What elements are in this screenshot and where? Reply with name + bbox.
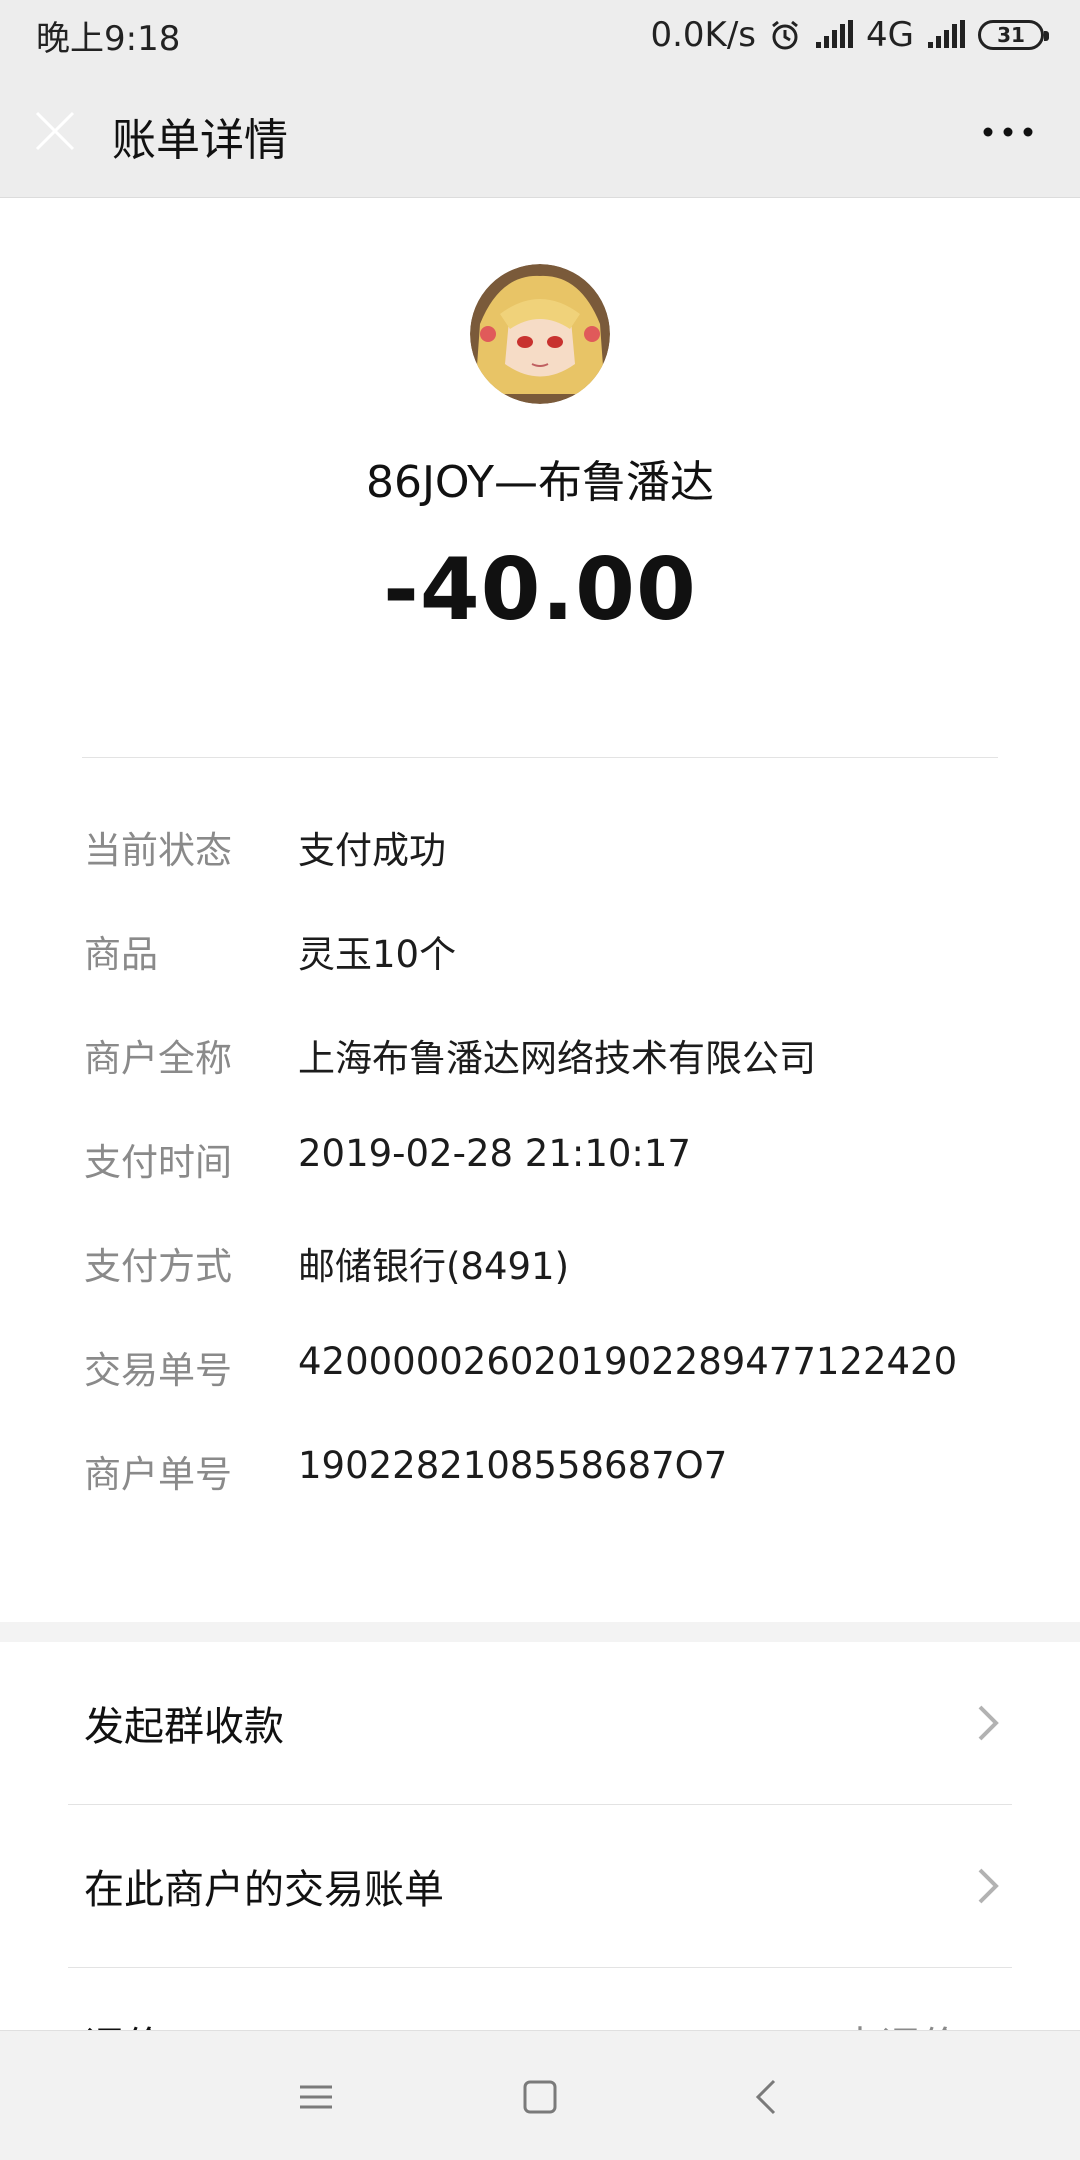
back-icon[interactable] (744, 2073, 792, 2121)
close-icon[interactable] (34, 110, 76, 152)
page-title: 账单详情 (112, 115, 288, 166)
detail-label: 支付方式 (84, 1245, 232, 1288)
status-indicators: 0.0K/s 4G 31 (650, 15, 1049, 55)
detail-row-merchant-order-id: 商户单号 1902282108558687O7 (84, 1444, 1000, 1548)
status-time: 晚上9:18 (36, 18, 181, 59)
detail-label: 商品 (84, 933, 158, 976)
chevron-right-icon (976, 1866, 1000, 1906)
detail-label: 商户单号 (84, 1453, 232, 1496)
detail-label: 商户全称 (84, 1037, 232, 1080)
signal-icon (814, 20, 854, 50)
title-bar: 账单详情 (0, 70, 1080, 198)
battery-icon: 31 (978, 20, 1049, 50)
action-rate-partial[interactable]: 评价 去评价 (0, 1968, 1080, 2030)
net-speed: 0.0K/s (650, 15, 757, 55)
transaction-amount: -40.00 (383, 540, 697, 640)
detail-value: 支付成功 (298, 829, 446, 872)
detail-value: 1902282108558687O7 (298, 1444, 728, 1487)
status-bar: 晚上9:18 0.0K/s 4G 31 (0, 0, 1080, 70)
detail-value: 邮储银行(8491) (298, 1245, 570, 1288)
partial-row-label: 评价 (84, 2014, 164, 2030)
detail-label: 支付时间 (84, 1141, 232, 1184)
detail-row-merchant-fullname: 商户全称 上海布鲁潘达网络技术有限公司 (84, 1028, 1000, 1132)
action-merchant-bills[interactable]: 在此商户的交易账单 (0, 1805, 1080, 1967)
more-dots-icon[interactable] (982, 120, 1034, 144)
divider (82, 757, 998, 758)
detail-label: 当前状态 (84, 829, 232, 872)
action-label: 在此商户的交易账单 (84, 1867, 444, 1913)
home-icon[interactable] (516, 2073, 564, 2121)
detail-row-status: 当前状态 支付成功 (84, 820, 1000, 924)
merchant-avatar (470, 264, 610, 404)
network-type: 4G (866, 15, 914, 55)
merchant-name: 86JOY—布鲁潘达 (365, 457, 715, 508)
menu-icon[interactable] (292, 2073, 340, 2121)
signal-icon-2 (926, 20, 966, 50)
partial-row-action: 去评价 (840, 2014, 960, 2030)
detail-row-transaction-id: 交易单号 4200000260201902289477122420 (84, 1340, 1000, 1444)
detail-row-pay-method: 支付方式 邮储银行(8491) (84, 1236, 1000, 1340)
action-label: 发起群收款 (84, 1704, 284, 1750)
alarm-icon (768, 18, 802, 52)
detail-label: 交易单号 (84, 1349, 232, 1392)
detail-value: 上海布鲁潘达网络技术有限公司 (298, 1037, 816, 1080)
detail-value: 2019-02-28 21:10:17 (298, 1132, 691, 1175)
chevron-right-icon (976, 1703, 1000, 1743)
detail-row-pay-time: 支付时间 2019-02-28 21:10:17 (84, 1132, 1000, 1236)
detail-row-product: 商品 灵玉10个 (84, 924, 1000, 1028)
action-group-collection[interactable]: 发起群收款 (0, 1642, 1080, 1804)
detail-value: 灵玉10个 (298, 933, 457, 976)
detail-value: 4200000260201902289477122420 (298, 1340, 958, 1383)
section-gap (0, 1622, 1080, 1642)
bill-details: 当前状态 支付成功 商品 灵玉10个 商户全称 上海布鲁潘达网络技术有限公司 支… (84, 820, 1000, 1548)
system-nav-bar (0, 2030, 1080, 2160)
